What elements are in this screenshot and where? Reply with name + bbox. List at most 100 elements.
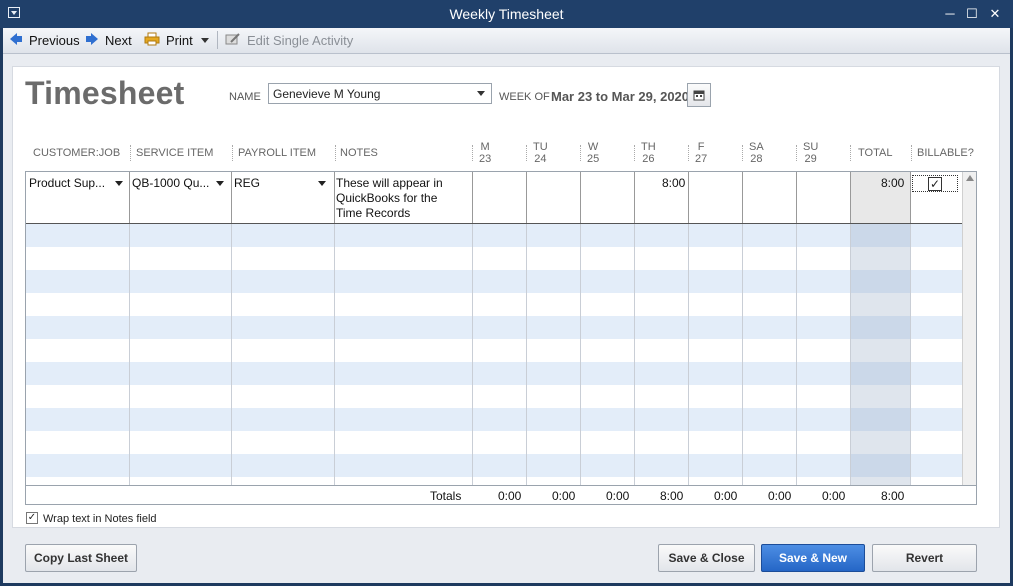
table-row[interactable]: [26, 270, 962, 293]
chevron-down-icon: [477, 91, 485, 96]
previous-button[interactable]: Previous: [9, 30, 80, 50]
window-title: Weekly Timesheet: [449, 6, 564, 22]
minimize-icon[interactable]: ─: [940, 4, 960, 24]
grid-line: [472, 172, 473, 223]
arrow-right-icon: [85, 32, 99, 49]
header-separator: [850, 145, 851, 161]
edit-single-activity-button[interactable]: Edit Single Activity: [225, 30, 353, 50]
table-row-selected[interactable]: Product Sup... QB-1000 Qu... REG These w…: [26, 172, 962, 224]
grid-line: [634, 172, 635, 223]
notes-line: Time Records: [336, 206, 411, 220]
column-header-saturday: SA 28: [749, 141, 764, 165]
wrap-notes-label[interactable]: Wrap text in Notes field: [43, 513, 157, 525]
grid-line: [526, 172, 527, 223]
header-separator: [472, 145, 473, 161]
edit-icon: [225, 32, 241, 49]
customer-job-cell[interactable]: Product Sup...: [29, 176, 105, 190]
printer-icon: [144, 32, 160, 49]
billable-checkbox[interactable]: ✓: [928, 177, 942, 191]
name-label: NAME: [229, 91, 261, 103]
employee-name-select[interactable]: Genevieve M Young: [268, 83, 492, 104]
table-row[interactable]: [26, 339, 962, 362]
grid-line: [580, 172, 581, 223]
table-row[interactable]: [26, 224, 962, 247]
row-total-cell: 8:00: [881, 176, 905, 190]
save-close-button[interactable]: Save & Close: [658, 544, 755, 572]
table-row[interactable]: [26, 247, 962, 270]
week-of-value: Mar 23 to Mar 29, 2020: [551, 89, 690, 104]
chevron-down-icon: [201, 37, 209, 43]
print-button[interactable]: Print: [144, 30, 193, 50]
timesheet-panel: Timesheet NAME Genevieve M Young WEEK OF…: [12, 66, 1000, 528]
header-separator: [796, 145, 797, 161]
header-separator: [232, 145, 233, 161]
close-icon[interactable]: ✕: [985, 4, 1005, 24]
copy-last-sheet-button[interactable]: Copy Last Sheet: [25, 544, 137, 572]
arrow-left-icon: [9, 32, 23, 49]
total-saturday: 0:00: [768, 489, 792, 503]
column-header-monday: M 23: [479, 141, 492, 165]
chevron-down-icon[interactable]: [115, 181, 123, 186]
column-header-thursday: TH 26: [641, 141, 656, 165]
total-tuesday: 0:00: [552, 489, 576, 503]
scroll-up-icon[interactable]: [966, 175, 974, 181]
column-header-service-item: SERVICE ITEM: [136, 147, 214, 159]
grid-line: [129, 172, 130, 223]
grid-line: [334, 172, 335, 223]
billable-cell[interactable]: ✓: [912, 175, 958, 192]
grid-line: [742, 172, 743, 223]
column-header-tuesday: TU 24: [533, 141, 548, 165]
notes-line: QuickBooks for the: [336, 191, 438, 205]
column-header-notes: NOTES: [340, 147, 378, 159]
toolbar: Previous Next Print Edit Single Activity: [3, 28, 1010, 54]
column-header-wednesday: W 25: [587, 141, 600, 165]
header-separator: [130, 145, 131, 161]
table-row[interactable]: [26, 293, 962, 316]
table-row[interactable]: [26, 385, 962, 408]
maximize-icon[interactable]: ☐: [962, 4, 982, 24]
save-new-button[interactable]: Save & New: [761, 544, 865, 572]
timesheet-grid: Product Sup... QB-1000 Qu... REG These w…: [25, 171, 977, 504]
title-bar: Weekly Timesheet ─ ☐ ✕: [0, 0, 1013, 28]
payroll-item-cell[interactable]: REG: [234, 176, 260, 190]
notes-cell[interactable]: These will appear in QuickBooks for the …: [336, 176, 443, 221]
header-separator: [911, 145, 912, 161]
grid-line: [910, 172, 911, 223]
column-header-sunday: SU 29: [803, 141, 819, 165]
next-label: Next: [105, 32, 132, 48]
header-separator: [526, 145, 527, 161]
header-separator: [580, 145, 581, 161]
column-header-billable: BILLABLE?: [917, 147, 974, 159]
table-row[interactable]: [26, 431, 962, 454]
header-separator: [688, 145, 689, 161]
vertical-scrollbar[interactable]: [962, 172, 976, 503]
service-item-cell[interactable]: QB-1000 Qu...: [132, 176, 209, 190]
column-header-payroll-item: PAYROLL ITEM: [238, 147, 317, 159]
table-row[interactable]: [26, 408, 962, 431]
table-row[interactable]: [26, 362, 962, 385]
grid-line: [796, 172, 797, 223]
total-sunday: 0:00: [822, 489, 846, 503]
timesheet-window-body: Timesheet NAME Genevieve M Young WEEK OF…: [3, 54, 1010, 583]
column-header-friday: F 27: [695, 141, 708, 165]
thursday-hours-cell[interactable]: 8:00: [662, 176, 685, 190]
table-row[interactable]: [26, 316, 962, 339]
employee-name-value: Genevieve M Young: [273, 87, 381, 101]
print-dropdown-button[interactable]: [201, 30, 209, 50]
total-monday: 0:00: [498, 489, 522, 503]
grid-line: [688, 172, 689, 223]
chevron-down-icon[interactable]: [318, 181, 326, 186]
chevron-down-icon[interactable]: [216, 181, 224, 186]
revert-button[interactable]: Revert: [872, 544, 977, 572]
page-title: Timesheet: [25, 75, 185, 111]
next-button[interactable]: Next: [85, 30, 132, 50]
total-thursday: 8:00: [660, 489, 684, 503]
notes-line: These will appear in: [336, 176, 443, 190]
previous-label: Previous: [29, 32, 80, 48]
grand-total: 8:00: [881, 489, 905, 503]
table-row[interactable]: [26, 454, 962, 477]
grid-line: [231, 172, 232, 223]
calendar-button[interactable]: [687, 83, 711, 107]
wrap-notes-checkbox[interactable]: ✓: [26, 512, 38, 524]
calendar-icon: [693, 90, 705, 101]
